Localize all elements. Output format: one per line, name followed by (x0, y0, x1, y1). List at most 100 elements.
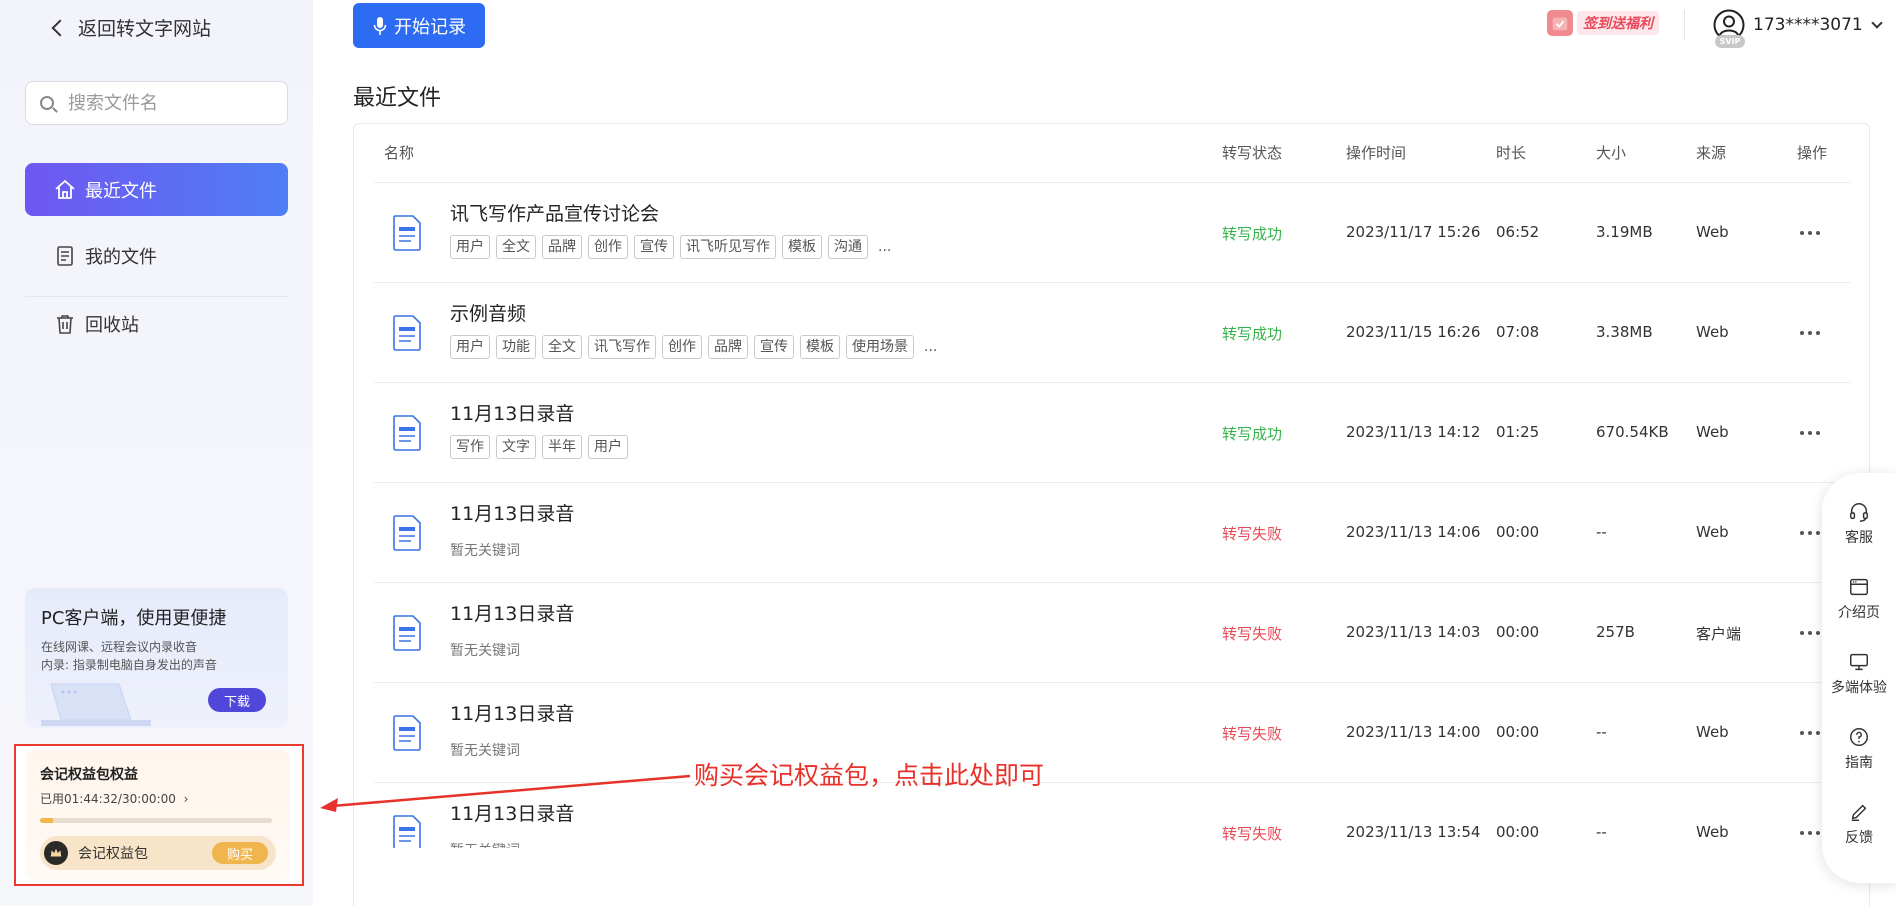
pc-card-line-1: 在线网课、远程会议内录收音 (41, 640, 198, 654)
operation-time: 2023/11/15 16:26 (1346, 323, 1481, 341)
nav-item-recycle-bin[interactable]: 回收站 (25, 297, 288, 350)
file-size: 257B (1596, 623, 1635, 641)
more-actions-icon[interactable] (1800, 231, 1820, 235)
operation-time: 2023/11/13 13:54 (1346, 823, 1481, 841)
calendar-check-icon (1547, 10, 1573, 36)
float-item-label: 介绍页 (1838, 605, 1880, 621)
column-header-size: 大小 (1596, 144, 1627, 162)
benefit-package-card[interactable]: 会记权益包权益 已用01:44:32/30:00:00 › 会记权益包 购买 (14, 744, 304, 886)
table-row[interactable]: 11月13日录音 写作 文字 半年 用户 转写成功 2023/11/13 14:12 … (374, 382, 1851, 482)
file-name[interactable]: 11月13日录音 (450, 499, 574, 526)
file-name[interactable]: 11月13日录音 (450, 599, 574, 626)
table-row[interactable]: 11月13日录音 暂无关键词 转写失败 2023/11/13 14:00 00:… (374, 682, 1851, 782)
nav-item-label: 最近文件 (85, 180, 157, 202)
pencil-icon (1851, 804, 1867, 821)
keyword-tag[interactable]: 创作 (662, 335, 702, 359)
keyword-tag[interactable]: 全文 (542, 335, 582, 359)
file-name[interactable]: 11月13日录音 (450, 399, 574, 426)
buy-button[interactable]: 购买 (212, 842, 268, 864)
table-row[interactable]: 11月13日录音 暂无关键词 转写失败 2023/11/13 14:03 00:… (374, 582, 1851, 682)
nav-item-my-files[interactable]: 我的文件 (25, 229, 288, 282)
transcription-status: 转写成功 (1222, 225, 1283, 243)
more-actions-icon[interactable] (1800, 731, 1820, 735)
download-button[interactable]: 下载 (208, 688, 266, 712)
search-box[interactable] (25, 81, 288, 125)
audio-file-icon (393, 715, 421, 751)
float-item-feedback[interactable]: 反馈 (1822, 793, 1896, 855)
keyword-tag[interactable]: 品牌 (542, 235, 582, 259)
keyword-tag[interactable]: 用户 (588, 435, 628, 459)
keyword-tag[interactable]: 品牌 (708, 335, 748, 359)
table-row[interactable]: 11月13日录音 暂无关键词 转写失败 2023/11/13 14:06 00:… (374, 482, 1851, 582)
home-icon (55, 179, 75, 199)
keyword-tag[interactable]: 使用场景 (846, 335, 914, 359)
no-keywords-text: 暂无关键词 (450, 840, 520, 848)
column-header-time: 操作时间 (1346, 144, 1407, 162)
trash-icon (57, 314, 73, 334)
keyword-tag[interactable]: 讯飞写作 (588, 335, 656, 359)
transcription-status: 转写失败 (1222, 725, 1283, 743)
duration: 00:00 (1496, 623, 1540, 641)
float-item-intro-page[interactable]: 介绍页 (1822, 568, 1896, 630)
back-link-label: 返回转文字网站 (78, 17, 212, 40)
column-header-name: 名称 (384, 144, 415, 162)
duration: 00:00 (1496, 823, 1540, 841)
duration: 01:25 (1496, 423, 1540, 441)
search-input[interactable] (68, 92, 268, 114)
pc-card-line-2: 内录: 指录制电脑自身发出的声音 (41, 658, 217, 672)
operation-time: 2023/11/13 14:00 (1346, 723, 1481, 741)
start-recording-button[interactable]: 开始记录 (353, 3, 485, 48)
benefit-usage[interactable]: 已用01:44:32/30:00:00 › (40, 790, 276, 807)
keyword-tag[interactable]: 模板 (800, 335, 840, 359)
keyword-tag[interactable]: 沟通 (828, 235, 868, 259)
audio-file-icon (393, 815, 421, 848)
keyword-tag[interactable]: 模板 (782, 235, 822, 259)
file-name[interactable]: 11月13日录音 (450, 699, 574, 726)
transcription-status: 转写失败 (1222, 625, 1283, 643)
file-name[interactable]: 讯飞写作产品宣传讨论会 (450, 199, 659, 226)
no-keywords-text: 暂无关键词 (450, 743, 520, 759)
keyword-tag[interactable]: 用户 (450, 235, 490, 259)
file-size: -- (1596, 823, 1607, 841)
nav-item-recent-files[interactable]: 最近文件 (25, 163, 288, 216)
keyword-tag[interactable]: 写作 (450, 435, 490, 459)
user-menu[interactable]: SVIP 173****3071 (1713, 8, 1883, 48)
more-actions-icon[interactable] (1800, 531, 1820, 535)
float-item-multi-device[interactable]: 多端体验 (1822, 643, 1896, 705)
more-actions-icon[interactable] (1800, 431, 1820, 435)
keyword-tag[interactable]: 功能 (496, 335, 536, 359)
benefit-usage-text: 已用01:44:32/30:00:00 (40, 792, 176, 806)
table-header: 名称 转写状态 操作时间 时长 大小 来源 操作 (354, 124, 1869, 182)
float-item-customer-service[interactable]: 客服 (1822, 493, 1896, 555)
more-actions-icon[interactable] (1800, 331, 1820, 335)
operation-time: 2023/11/13 14:06 (1346, 523, 1481, 541)
audio-file-icon (393, 615, 421, 651)
chevron-down-icon (1871, 17, 1883, 29)
benefit-title: 会记权益包权益 (40, 767, 138, 783)
keyword-tag[interactable]: 用户 (450, 335, 490, 359)
more-actions-icon[interactable] (1800, 631, 1820, 635)
keyword-tag[interactable]: 全文 (496, 235, 536, 259)
pc-card-title: PC客户端，使用更便捷 (41, 608, 227, 629)
more-actions-icon[interactable] (1800, 831, 1820, 835)
floating-toolbar: 客服 介绍页 多端体验 指南 反馈 (1822, 473, 1896, 883)
keyword-tag[interactable]: 宣传 (634, 235, 674, 259)
table-row[interactable]: 讯飞写作产品宣传讨论会 用户 全文 品牌 创作 宣传 讯飞听见写作 模板 沟通... 转写成功… (374, 182, 1851, 282)
keyword-tag[interactable]: 文字 (496, 435, 536, 459)
keyword-tag[interactable]: 半年 (542, 435, 582, 459)
file-name[interactable]: 示例音频 (450, 299, 526, 326)
file-size: 670.54KB (1596, 423, 1669, 441)
back-to-site-link[interactable]: 返回转文字网站 (51, 12, 212, 42)
file-source: Web (1696, 723, 1729, 741)
table-row[interactable]: 示例音频 用户 功能 全文 讯飞写作 创作 品牌 宣传 模板 使用场景... 转写成功 2023… (374, 282, 1851, 382)
float-item-guide[interactable]: 指南 (1822, 718, 1896, 780)
keyword-tag[interactable]: 创作 (588, 235, 628, 259)
audio-file-icon (393, 515, 421, 551)
signin-reward-badge[interactable]: 签到送福利 (1547, 9, 1659, 37)
keyword-tag[interactable]: 讯飞听见写作 (680, 235, 776, 259)
benefit-package-pill[interactable]: 会记权益包 购买 (40, 836, 276, 870)
more-tags[interactable]: ... (924, 339, 937, 355)
browser-window-icon (1850, 578, 1868, 596)
more-tags[interactable]: ... (878, 239, 891, 255)
keyword-tag[interactable]: 宣传 (754, 335, 794, 359)
